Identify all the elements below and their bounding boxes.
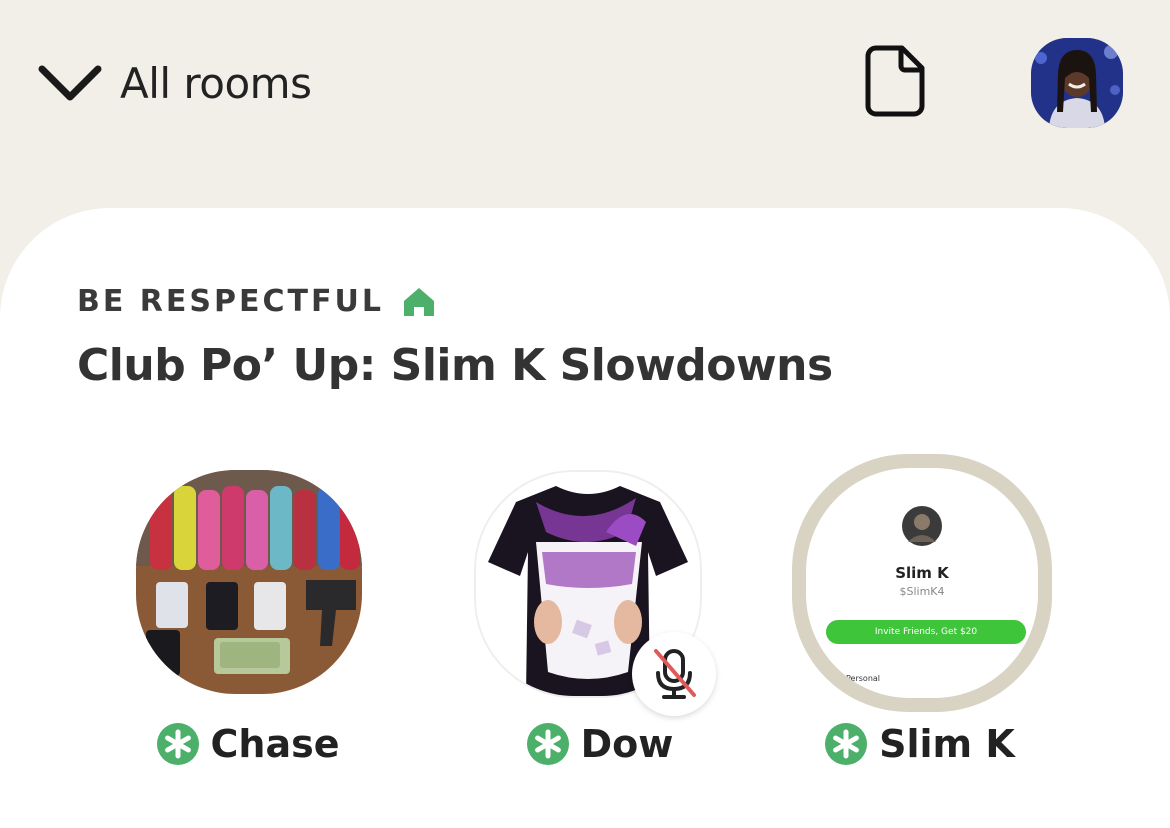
avatar-image (136, 470, 362, 694)
profile-card-name: Slim K (895, 564, 949, 582)
speaker-name-row: Dow (470, 722, 730, 766)
speaker-avatar[interactable] (118, 462, 368, 702)
my-profile-avatar[interactable] (1031, 38, 1123, 128)
avatar-image (902, 506, 942, 546)
profile-card-section: Personal (846, 674, 881, 683)
all-rooms-button[interactable]: All rooms (38, 50, 312, 116)
all-rooms-label: All rooms (120, 58, 312, 108)
club-row[interactable]: BE RESPECTFUL (77, 284, 436, 319)
document-button[interactable] (864, 44, 926, 118)
muted-badge (632, 632, 716, 716)
speaker-avatar[interactable]: Slim K $SlimK4 Invite Friends, Get $20 P… (790, 454, 1052, 716)
club-name: BE RESPECTFUL (77, 284, 384, 319)
speaker-tile-slim-k[interactable]: Slim K $SlimK4 Invite Friends, Get $20 P… (790, 454, 1052, 782)
profile-card-cashtag: $SlimK4 (899, 585, 945, 598)
room-title: Club Po’ Up: Slim K Slowdowns (77, 340, 833, 391)
moderator-icon (825, 723, 868, 765)
document-icon (865, 45, 925, 117)
mic-off-icon (654, 649, 696, 699)
speaker-tile-dow[interactable]: Dow (470, 462, 730, 782)
avatar-photo (136, 470, 362, 694)
speaker-name-row: Chase (118, 722, 378, 766)
speaker-tile-chase[interactable]: Chase (118, 462, 378, 782)
chevron-down-icon (38, 65, 102, 101)
home-icon (403, 287, 434, 316)
speaker-name: Chase (210, 722, 340, 766)
speaker-name: Slim K (879, 722, 1015, 766)
avatar-image (1031, 38, 1123, 128)
moderator-icon (156, 723, 199, 765)
avatar-photo: Slim K $SlimK4 Invite Friends, Get $20 P… (806, 468, 1038, 698)
invite-friends-button: Invite Friends, Get $20 (826, 620, 1026, 644)
moderator-icon (526, 723, 569, 765)
speaker-name-row: Slim K (790, 722, 1050, 766)
top-bar: All rooms (0, 0, 1170, 200)
speaker-name: Dow (580, 722, 674, 766)
